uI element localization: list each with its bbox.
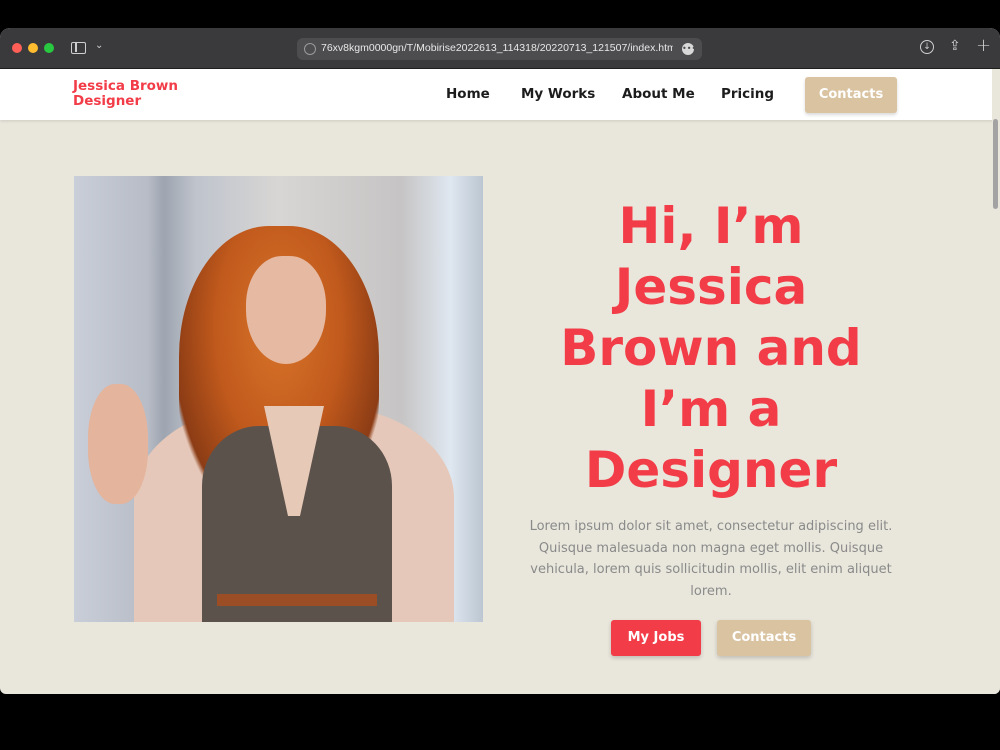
chevron-down-icon[interactable]: ⌄ [95,40,103,51]
scrollbar[interactable] [992,69,1000,694]
scrollbar-thumb[interactable] [993,119,998,209]
plus-icon[interactable]: + [976,35,991,56]
my-jobs-button[interactable]: My Jobs [611,620,701,656]
browser-window: ⌄ 76xv8kgm0000gn/T/Mobirise2022613_11431… [0,28,1000,694]
photo-belt [217,594,377,606]
hero-photo [74,176,483,622]
photo-face [246,256,326,364]
nav-contacts-button[interactable]: Contacts [805,77,897,113]
site-brand[interactable]: Jessica Brown Designer [73,79,178,109]
close-window-button[interactable] [12,43,22,53]
zoom-window-button[interactable] [44,43,54,53]
site-navbar: Jessica Brown Designer Home My Works Abo… [0,69,1000,120]
nav-link-my-works[interactable]: My Works [521,86,595,102]
more-icon[interactable]: ••• [682,43,696,55]
reader-icon[interactable] [304,43,316,55]
nav-link-home[interactable]: Home [446,86,490,102]
hero-description: Lorem ipsum dolor sit amet, consectetur … [529,519,893,599]
address-bar[interactable]: 76xv8kgm0000gn/T/Mobirise2022613_114318/… [297,38,702,60]
hero-title: Hi, I’m Jessica Brown and I’m a Designer [560,197,862,499]
nav-link-about-me[interactable]: About Me [622,86,695,102]
share-icon[interactable]: ⇪ [949,38,961,54]
photo-hand [88,384,148,504]
sidebar-icon[interactable] [71,42,86,54]
minimize-window-button[interactable] [28,43,38,53]
url-text[interactable]: 76xv8kgm0000gn/T/Mobirise2022613_114318/… [321,42,673,54]
download-icon[interactable]: ↓ [920,40,934,54]
nav-link-pricing[interactable]: Pricing [721,86,774,102]
browser-toolbar: ⌄ 76xv8kgm0000gn/T/Mobirise2022613_11431… [0,28,1000,69]
hero-contacts-button[interactable]: Contacts [717,620,811,656]
